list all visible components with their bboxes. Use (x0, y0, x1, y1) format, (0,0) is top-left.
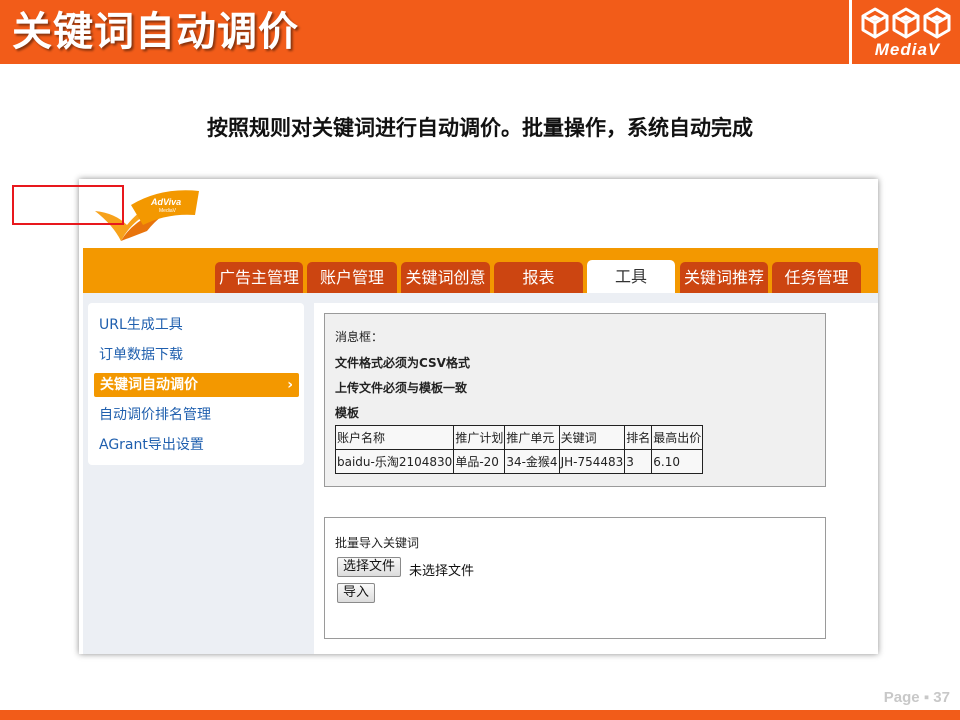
brand-name: AdViva (150, 197, 181, 207)
tab-tools[interactable]: 工具 (587, 260, 675, 293)
tab-keyword-creative[interactable]: 关键词创意 (401, 262, 490, 293)
message-format-rule: 文件格式必须为CSV格式 (335, 356, 470, 370)
message-box: 消息框： 文件格式必须为CSV格式 上传文件必须与模板一致 模板 账户名称 推广… (324, 313, 826, 487)
slide-title: 关键词自动调价 (12, 9, 299, 55)
choose-file-button[interactable]: 选择文件 (337, 557, 402, 577)
table-header-cell: 账户名称 (334, 425, 455, 450)
tab-advertiser-management[interactable]: 广告主管理 (215, 262, 303, 293)
mediav-logo: MediaV (849, 0, 960, 64)
main-nav: 广告主管理 账户管理 关键词创意 报表 工具 关键词推荐 任务管理 (83, 248, 878, 293)
table-header-cell: 推广单元 (504, 425, 560, 450)
table-cell: 34-金猴4 (504, 449, 560, 474)
page-number: Page ▪ 37 (883, 689, 950, 706)
import-box: 批量导入关键词 选择文件 未选择文件 导入 (324, 517, 826, 639)
main-panel: 消息框： 文件格式必须为CSV格式 上传文件必须与模板一致 模板 账户名称 推广… (314, 303, 878, 654)
table-header-row: 账户名称 推广计划 推广单元 关键词 排名 最高出价 (334, 425, 704, 450)
logo-text: MediaV (874, 40, 941, 59)
tab-keyword-recommendation[interactable]: 关键词推荐 (680, 262, 768, 293)
mediav-cubes-icon (861, 7, 951, 39)
table-row: baidu-乐淘2104830 单品-20 34-金猴4 JH-754483 3… (334, 449, 704, 474)
table-header-cell: 排名 (624, 425, 653, 450)
template-label: 模板 (335, 406, 360, 420)
sidebar-item-agrant-export[interactable]: AGrant导出设置 (88, 433, 304, 457)
sidebar-item-auto-bid-ranking[interactable]: 自动调价排名管理 (88, 403, 304, 427)
sidebar-item-url-generator[interactable]: URL生成工具 (88, 313, 304, 337)
table-header-cell: 推广计划 (453, 425, 506, 450)
content-area: URL生成工具 订单数据下载 关键词自动调价 › 自动调价排名管理 AGrant… (83, 293, 878, 654)
chevron-right-icon: › (287, 377, 293, 393)
tab-task-management[interactable]: 任务管理 (772, 262, 861, 293)
slide-subtitle: 按照规则对关键词进行自动调价。批量操作，系统自动完成 (207, 116, 753, 140)
template-table: 账户名称 推广计划 推广单元 关键词 排名 最高出价 baidu-乐淘21048… (334, 425, 704, 474)
table-header-cell: 关键词 (558, 425, 626, 450)
tab-account-management[interactable]: 账户管理 (307, 262, 397, 293)
sidebar-item-order-download[interactable]: 订单数据下载 (88, 343, 304, 367)
adviva-logo: AdViva MediaV (95, 190, 199, 241)
table-cell: baidu-乐淘2104830 (334, 449, 455, 474)
sidebar-item-label: 关键词自动调价 (100, 377, 198, 393)
table-cell: 3 (624, 449, 653, 474)
table-cell: JH-754483 (558, 449, 626, 474)
slide-header: 关键词自动调价 MediaV (0, 0, 960, 64)
brand-sub: MediaV (159, 208, 177, 214)
import-label: 批量导入关键词 (335, 536, 420, 550)
app-screenshot: AdViva MediaV 广告主管理 账户管理 关键词创意 报表 工具 关键词… (79, 179, 878, 654)
message-heading: 消息框： (335, 330, 384, 344)
tab-reports[interactable]: 报表 (494, 262, 583, 293)
table-cell: 6.10 (651, 449, 704, 474)
table-header-cell: 最高出价 (651, 425, 704, 450)
tools-sidebar: URL生成工具 订单数据下载 关键词自动调价 › 自动调价排名管理 AGrant… (88, 303, 304, 465)
import-button[interactable]: 导入 (337, 583, 376, 603)
message-template-rule: 上传文件必须与模板一致 (335, 381, 468, 395)
table-cell: 单品-20 (453, 449, 506, 474)
footer-bar (0, 710, 960, 720)
sidebar-item-auto-bid[interactable]: 关键词自动调价 › (94, 373, 299, 397)
file-status: 未选择文件 (409, 564, 475, 579)
